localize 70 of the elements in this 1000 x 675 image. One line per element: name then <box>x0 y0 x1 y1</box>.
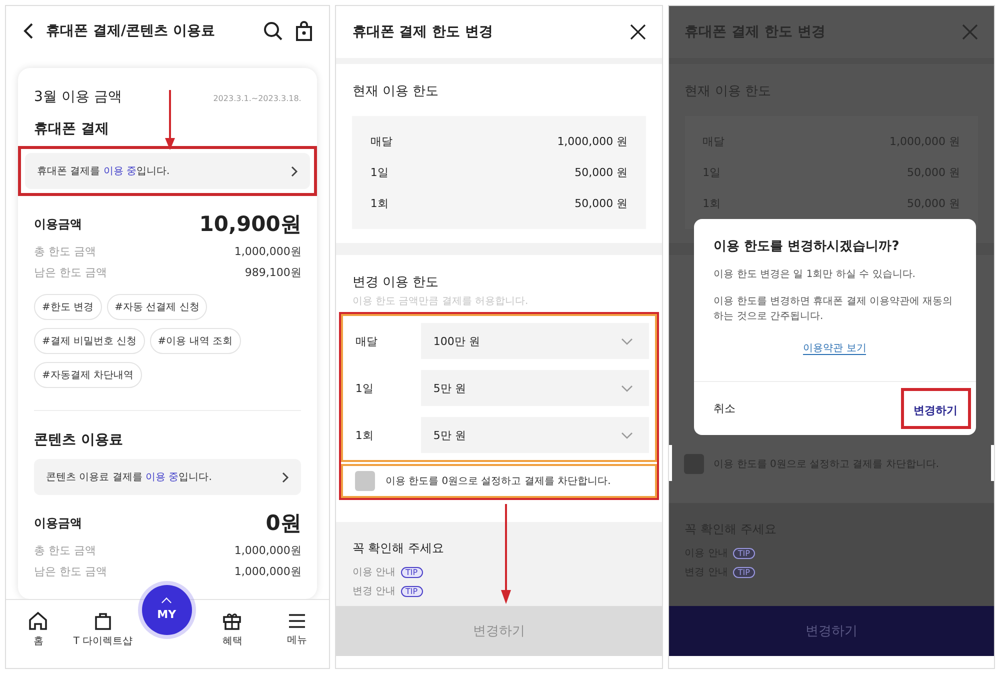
hashtag-chip[interactable]: #결제 비밀번호 신청 <box>34 328 145 354</box>
amount-label: 이용금액 <box>34 216 82 232</box>
amount-select[interactable]: 100만 원 <box>421 323 649 359</box>
search-icon[interactable] <box>263 21 284 41</box>
nav-item[interactable]: 혜택 <box>204 610 260 648</box>
menu-icon <box>286 612 307 630</box>
limit-value: 50,000 원 <box>574 196 628 211</box>
nav-item[interactable]: 홈 <box>10 610 66 648</box>
hashtag-chip[interactable]: #자동결제 차단내역 <box>34 362 142 388</box>
hint-text: 이용 한도 금액만큼 결제를 허용합니다. <box>352 295 530 308</box>
detail-label: 총 한도 금액 <box>34 244 96 259</box>
checkbox[interactable] <box>355 471 376 491</box>
back-icon[interactable] <box>22 22 34 40</box>
chevron-down-icon <box>620 432 633 438</box>
page-title: 휴대폰 결제 한도 변경 <box>352 23 493 41</box>
select-label: 1회 <box>355 428 374 442</box>
chevron-down-icon <box>620 338 633 344</box>
limit-label: 매달 <box>370 134 392 149</box>
chevron-right-icon <box>291 166 298 176</box>
section-title: 현재 이용 한도 <box>352 83 440 100</box>
section-title: 꼭 확인해 주세요 <box>352 540 445 557</box>
detail-label: 남은 한도 금액 <box>34 265 107 280</box>
detail-value: 1,000,000원 <box>234 244 302 259</box>
amount-select[interactable]: 5만 원 <box>421 417 649 453</box>
select-label: 1일 <box>355 380 374 396</box>
tip-badge[interactable]: TIP <box>732 548 755 558</box>
section-title: 휴대폰 결제 <box>34 120 110 138</box>
gift-icon <box>222 610 242 630</box>
page-title: 휴대폰 결제/콘텐츠 이용료 <box>46 22 215 40</box>
limit-value: 1,000,000 원 <box>557 134 628 149</box>
tip-badge[interactable]: TIP <box>732 566 755 578</box>
detail-label: 남은 한도 금액 <box>34 564 107 579</box>
amount-select[interactable]: 5만 원 <box>421 370 649 406</box>
dialog-title: 이용 한도를 변경하시겠습니까? <box>714 238 900 255</box>
select-label: 매달 <box>355 334 378 348</box>
detail-value: 1,000,000원 <box>234 564 302 579</box>
detail-value: 1,000,000원 <box>234 543 302 558</box>
home-icon <box>28 610 48 630</box>
status-notice[interactable]: 콘텐츠 이용료 결제를 이용 중입니다. <box>34 459 302 495</box>
detail-value: 989,100원 <box>244 265 302 280</box>
status-notice[interactable]: 휴대폰 결제를 이용 중입니다. <box>25 153 310 189</box>
dialog-message: 이용 한도를 변경하면 휴대폰 결제 이용약관에 재동의하는 것으로 간주됩니다. <box>714 295 954 324</box>
limit-label: 1회 <box>370 196 388 211</box>
close-icon[interactable] <box>630 24 646 40</box>
amount-value: 10,900원 <box>199 211 302 238</box>
hashtag-chip[interactable]: #이용 내역 조회 <box>150 328 240 354</box>
hashtag-chip[interactable]: #자동 선결제 신청 <box>106 294 208 320</box>
nav-item[interactable]: T 다이렉트샵 <box>74 610 131 648</box>
detail-label: 총 한도 금액 <box>34 543 96 558</box>
hashtag-chip[interactable]: #한도 변경 <box>34 294 102 320</box>
checkbox[interactable] <box>684 454 704 474</box>
period-text: 2023.3.1.~2023.3.18. <box>213 94 302 103</box>
section-title: 콘텐츠 이용료 <box>34 431 124 449</box>
my-button[interactable]: MY <box>142 585 192 635</box>
section-title: 변경 이용 한도 <box>352 274 440 291</box>
amount-label: 이용금액 <box>34 514 82 532</box>
terms-link[interactable]: 이용약관 보기 <box>803 343 866 355</box>
dialog-message: 이용 한도 변경은 일 1회만 하실 수 있습니다. <box>714 268 916 282</box>
amount-value: 0원 <box>266 510 302 537</box>
chevron-down-icon <box>620 384 633 392</box>
tip-badge[interactable]: TIP <box>400 566 423 578</box>
tip-badge[interactable]: TIP <box>400 586 423 596</box>
month-title: 3월 이용 금액 <box>34 88 122 106</box>
nav-item[interactable]: 메뉴 <box>268 612 325 646</box>
chevron-right-icon <box>282 472 290 482</box>
checkbox-label: 이용 한도를 0원으로 설정하고 결제를 차단합니다. <box>385 475 611 488</box>
limit-label: 1일 <box>370 165 388 180</box>
limit-value: 50,000 원 <box>574 165 628 180</box>
cancel-button[interactable]: 취소 <box>714 401 736 416</box>
confirm-button[interactable]: 변경하기 <box>914 403 958 418</box>
